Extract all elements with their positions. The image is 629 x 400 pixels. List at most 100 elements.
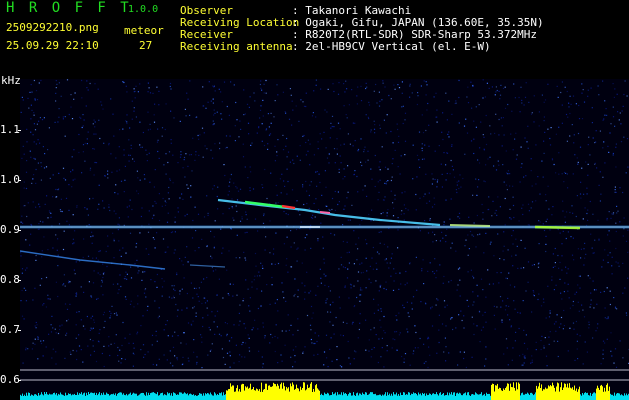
noise-dot (314, 332, 316, 334)
noise-dot (195, 154, 197, 156)
noise-dot (480, 121, 482, 123)
noise-dot (242, 300, 244, 302)
noise-dot (212, 85, 214, 87)
noise-dot (36, 99, 39, 101)
noise-dot (22, 362, 24, 364)
noise-dot (83, 291, 85, 293)
noise-dot (172, 295, 175, 297)
level-bar (369, 393, 370, 400)
noise-dot (124, 337, 126, 339)
level-bar (435, 394, 436, 400)
noise-dot (179, 258, 181, 260)
noise-dot (254, 319, 256, 321)
noise-dot (25, 171, 28, 173)
noise-dot (378, 166, 380, 168)
noise-dot (319, 181, 321, 184)
noise-dot (435, 304, 437, 306)
noise-dot (323, 351, 326, 353)
noise-dot (285, 300, 287, 302)
noise-dot (501, 319, 503, 321)
noise-dot (348, 251, 350, 253)
noise-dot (485, 358, 487, 360)
noise-dot (467, 271, 469, 273)
noise-dot (249, 166, 251, 168)
noise-dot (425, 81, 427, 83)
noise-dot (354, 122, 356, 124)
noise-dot (33, 79, 35, 82)
noise-dot (384, 182, 386, 184)
noise-dot (498, 134, 500, 136)
noise-dot (173, 288, 175, 290)
noise-dot (445, 234, 447, 237)
noise-dot (139, 144, 141, 146)
level-bar (275, 384, 276, 400)
noise-dot (81, 79, 83, 82)
noise-dot (59, 328, 61, 331)
noise-dot (476, 194, 478, 196)
noise-dot (286, 258, 288, 260)
noise-dot (169, 362, 172, 364)
level-bar (350, 392, 351, 400)
noise-dot (269, 133, 272, 135)
noise-dot (172, 154, 174, 156)
level-bar (131, 395, 132, 400)
noise-dot (514, 308, 516, 310)
noise-dot (282, 149, 285, 151)
noise-dot (436, 186, 438, 188)
level-bar (391, 393, 392, 400)
noise-dot (478, 104, 480, 106)
noise-dot (279, 178, 281, 180)
noise-dot (615, 166, 617, 168)
noise-dot (567, 290, 569, 292)
level-bar (23, 396, 24, 400)
noise-dot (25, 239, 27, 241)
noise-dot (387, 209, 389, 211)
noise-dot (73, 98, 75, 100)
level-bar (507, 383, 508, 400)
noise-dot (280, 354, 282, 356)
level-bar (256, 388, 257, 400)
level-bar (269, 385, 270, 400)
noise-dot (294, 361, 296, 363)
noise-dot (121, 344, 123, 347)
noise-dot (604, 307, 606, 309)
level-bar (469, 395, 470, 400)
noise-dot (494, 94, 496, 96)
noise-dot (115, 184, 117, 186)
noise-dot (577, 358, 579, 360)
noise-dot (606, 338, 608, 340)
noise-dot (57, 332, 60, 335)
noise-dot (515, 238, 517, 240)
noise-dot (397, 84, 399, 86)
noise-dot (290, 230, 292, 232)
noise-dot (456, 289, 458, 291)
level-bar (161, 393, 162, 400)
noise-dot (543, 301, 545, 303)
noise-dot (603, 290, 605, 293)
level-bar (359, 393, 360, 400)
noise-dot (379, 179, 381, 181)
noise-dot (152, 205, 154, 207)
noise-dot (525, 82, 527, 84)
info-value-antenna: : 2el-HB9CV Vertical (el. E-W) (292, 40, 491, 53)
noise-dot (562, 230, 564, 232)
level-bar (535, 392, 536, 400)
noise-dot (535, 200, 537, 202)
noise-dot (301, 262, 303, 264)
noise-dot (498, 118, 500, 121)
noise-dot (424, 193, 426, 195)
noise-dot (176, 315, 178, 317)
noise-dot (522, 213, 524, 216)
noise-dot (260, 305, 262, 307)
noise-dot (465, 366, 467, 369)
noise-dot (560, 316, 563, 319)
noise-dot (94, 161, 96, 164)
noise-dot (457, 284, 459, 286)
noise-dot (265, 79, 267, 82)
noise-dot (113, 135, 115, 137)
noise-dot (471, 356, 473, 358)
noise-dot (416, 103, 418, 106)
noise-dot (622, 191, 624, 194)
level-bar (396, 392, 397, 400)
noise-dot (228, 340, 231, 342)
